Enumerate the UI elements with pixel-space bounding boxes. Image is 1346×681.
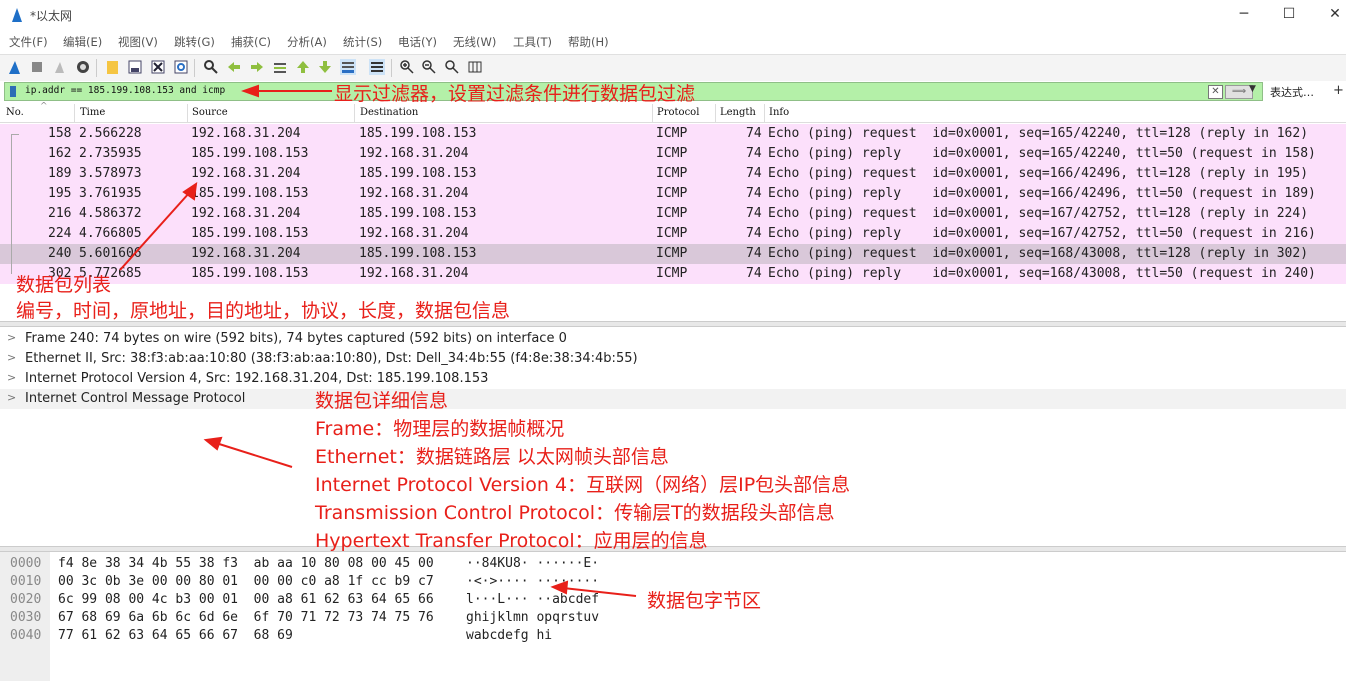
bytes-arrow	[562, 587, 637, 597]
filter-annotation: 显示过滤器，设置过滤条件进行数据包过滤	[334, 83, 696, 105]
detail-annotation-title: 数据包详细信息	[315, 390, 449, 412]
detail-annotation-ethernet: Ethernet：数据链路层 以太网帧头部信息	[315, 446, 669, 468]
detail-arrowhead	[203, 436, 223, 451]
filter-arrowhead	[241, 84, 259, 98]
list-annotation-desc: 编号，时间，原地址，目的地址，协议，长度，数据包信息	[16, 300, 511, 322]
bytes-annotation: 数据包字节区	[647, 590, 762, 612]
detail-annotation-tcp: Transmission Control Protocol：传输层T的数据段头部…	[315, 502, 835, 524]
list-arrow	[119, 191, 191, 271]
list-annotation-title: 数据包列表	[16, 274, 112, 296]
detail-arrow	[215, 442, 293, 468]
detail-annotation-http: Hypertext Transfer Protocol：应用层的信息	[315, 530, 708, 552]
detail-annotation-frame: Frame：物理层的数据帧概况	[315, 418, 565, 440]
detail-annotation-ip: Internet Protocol Version 4：互联网（网络）层IP包头…	[315, 474, 851, 496]
bytes-arrowhead	[550, 580, 569, 595]
